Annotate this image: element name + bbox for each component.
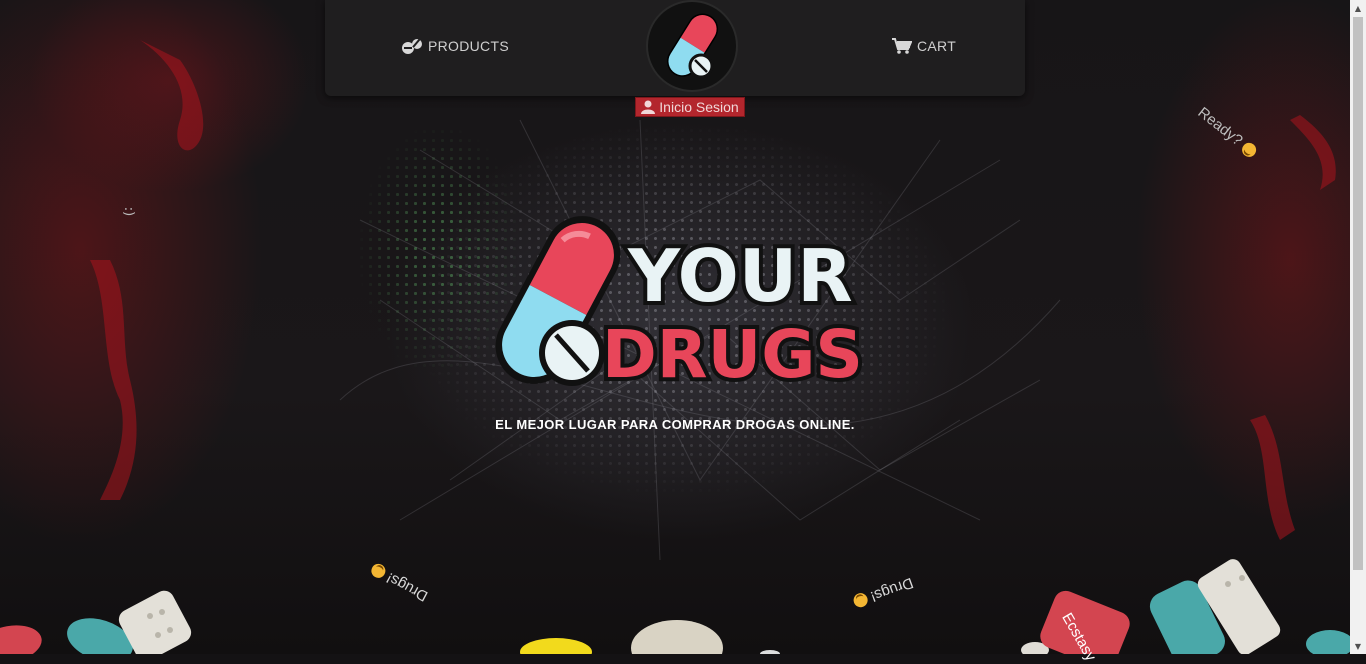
nav-products-link[interactable]: PRODUCTS: [401, 38, 509, 54]
login-button[interactable]: Inicio Sesion: [635, 97, 745, 117]
home-logo[interactable]: [648, 2, 736, 90]
scrollbar-thumb[interactable]: [1353, 17, 1363, 570]
nav-products-label: PRODUCTS: [428, 38, 509, 54]
top-navbar: PRODUCTS CART: [325, 0, 1025, 96]
logo-text-drugs-fill: DRUGS: [602, 316, 863, 393]
user-icon: [641, 100, 656, 114]
vertical-scrollbar[interactable]: ▲ ▼: [1350, 0, 1366, 654]
logo-text-your-fill: YOUR: [627, 234, 853, 318]
nav-cart-link[interactable]: CART: [892, 38, 956, 54]
nav-cart-label: CART: [917, 38, 957, 54]
scroll-down-arrow-icon[interactable]: ▼: [1350, 638, 1366, 654]
login-label: Inicio Sesion: [659, 99, 739, 115]
scroll-up-arrow-icon[interactable]: ▲: [1350, 0, 1366, 16]
pills-icon: [402, 38, 422, 54]
pill-center-group: [520, 620, 780, 654]
logo-pill-icon: YOUR YOUR DRUGS DRUGS: [495, 216, 867, 397]
floating-smiley: :): [121, 206, 137, 217]
hero-tagline: EL MEJOR LUGAR PARA COMPRAR DROGAS ONLIN…: [495, 417, 855, 432]
pills-decoration: [0, 559, 1350, 654]
pill-left-group: [0, 590, 192, 654]
hero-logo: YOUR YOUR DRUGS DRUGS: [490, 205, 870, 397]
cart-icon: [892, 38, 912, 54]
logo-pill-icon: [666, 13, 719, 79]
